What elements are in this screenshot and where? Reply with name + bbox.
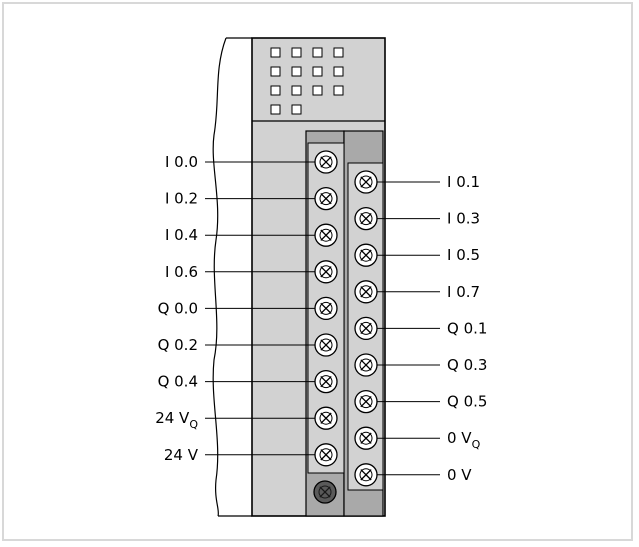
terminal-label: I 0.6 [165, 263, 198, 281]
terminal-label: I 0.5 [447, 246, 480, 264]
terminal-label: 24 VQ [155, 409, 198, 431]
module-break-line [212, 37, 227, 517]
io-module-terminal-diagram: I 0.0I 0.2I 0.4I 0.6Q 0.0Q 0.2Q 0.424 VQ… [155, 37, 487, 517]
screw-terminal-icon [314, 333, 338, 357]
status-led [312, 85, 323, 96]
screw-terminal-icon [354, 463, 378, 487]
terminal-label: 0 VQ [447, 429, 481, 451]
right-terminal-strip [354, 170, 440, 487]
screw-terminal-icon [354, 426, 378, 450]
screw-terminal-icon [354, 170, 378, 194]
terminal-label: I 0.3 [447, 210, 480, 228]
screw-terminal-icon [354, 353, 378, 377]
status-led [333, 47, 344, 58]
terminal-label: Q 0.2 [158, 336, 198, 354]
screw-terminal-icon [314, 406, 338, 430]
terminal-label: 0 V [447, 466, 472, 484]
screw-terminal-icon [314, 369, 338, 394]
screw-terminal-icon [314, 443, 338, 467]
status-led [312, 47, 323, 58]
terminal-label: I 0.4 [165, 226, 198, 244]
status-led [270, 85, 281, 96]
status-led [333, 66, 344, 77]
screw-terminal-icon [313, 480, 337, 504]
terminal-label: 24 V [164, 446, 199, 464]
terminal-label: Q 0.4 [158, 373, 198, 391]
status-led [270, 104, 281, 115]
screw-terminal-icon [314, 223, 338, 247]
status-led [270, 66, 281, 77]
screw-terminal-icon [354, 206, 378, 231]
status-led [333, 85, 344, 96]
screw-terminal-icon [354, 243, 378, 267]
terminal-label: I 0.7 [447, 283, 480, 301]
screw-terminal-icon [354, 280, 378, 304]
screw-terminal-icon [314, 260, 338, 284]
status-led [291, 66, 302, 77]
terminal-label: Q 0.3 [447, 356, 487, 374]
terminal-label: I 0.0 [165, 153, 198, 171]
terminal-label: Q 0.0 [158, 299, 198, 317]
status-led [270, 47, 281, 58]
status-led [291, 104, 302, 115]
terminal-label: I 0.1 [447, 173, 480, 191]
status-led [312, 66, 323, 77]
terminal-label: Q 0.1 [447, 319, 487, 337]
screw-terminal-icon [314, 186, 338, 211]
screw-terminal-icon [314, 296, 338, 321]
status-led [291, 47, 302, 58]
screw-terminal-icon [354, 389, 378, 414]
screw-terminal-icon [354, 316, 378, 341]
terminal-label: Q 0.5 [447, 393, 487, 411]
status-led [291, 85, 302, 96]
screw-terminal-icon [314, 150, 338, 174]
terminal-label: I 0.2 [165, 190, 198, 208]
